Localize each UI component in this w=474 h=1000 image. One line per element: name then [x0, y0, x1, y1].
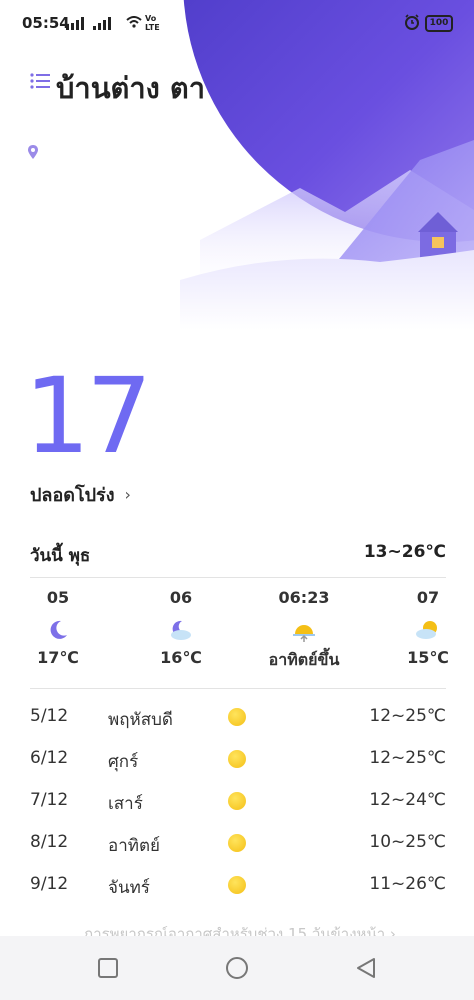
signal-icon	[66, 17, 117, 30]
day-range: 12~25℃	[369, 706, 446, 726]
today-label: วันนี้ พุธ	[30, 546, 91, 566]
sun-icon	[228, 834, 246, 852]
menu-icon[interactable]	[30, 72, 50, 90]
sun-icon	[228, 708, 246, 726]
moon-cloud-icon	[121, 612, 241, 648]
square-icon[interactable]	[96, 956, 120, 980]
sun-icon	[228, 750, 246, 768]
location-pin-icon	[28, 145, 38, 159]
daily-row[interactable]: 6/12 ศุกร์ 12~25℃	[30, 742, 446, 784]
navigation-bar	[0, 936, 474, 1000]
day-name: ศุกร์	[108, 752, 139, 772]
hour-item: 06:23 อาทิตย์ขึ้น	[244, 588, 364, 673]
condition-text: ปลอดโปร่ง	[30, 485, 115, 506]
daily-row[interactable]: 9/12 จันทร์ 11~26℃	[30, 868, 446, 910]
day-range: 12~24℃	[369, 790, 446, 810]
daily-row[interactable]: 5/12 พฤหัสบดี 12~25℃	[30, 700, 446, 742]
alarm-icon	[405, 14, 419, 30]
hour-time: 05	[46, 588, 70, 607]
day-range: 11~26℃	[369, 874, 446, 894]
circle-icon[interactable]	[225, 956, 249, 980]
chevron-right-icon: ›	[124, 485, 131, 504]
battery-icon: 100	[425, 15, 453, 32]
today-summary: วันนี้ พุธ 13~26℃	[30, 542, 446, 572]
moon-icon	[0, 612, 118, 648]
hour-temp: 17℃	[37, 648, 79, 667]
day-date: 8/12	[30, 832, 69, 852]
daily-row[interactable]: 8/12 อาทิตย์ 10~25℃	[30, 826, 446, 868]
day-name: อาทิตย์	[108, 836, 160, 856]
day-range: 10~25℃	[369, 832, 446, 852]
sun-icon	[228, 792, 246, 810]
divider	[30, 577, 446, 578]
hour-item: 05 17℃	[0, 588, 118, 667]
sunrise-icon	[244, 612, 364, 648]
hour-time: 07	[416, 588, 440, 607]
sun-cloud-icon	[368, 612, 474, 648]
day-date: 6/12	[30, 748, 69, 768]
day-name: พฤหัสบดี	[108, 710, 173, 730]
hourly-forecast[interactable]: 05 17℃ 06 16℃ 06:23 อาทิตย์ขึ้น 07 15℃	[0, 588, 474, 678]
hour-temp: 15℃	[407, 648, 449, 667]
hour-temp: อาทิตย์ขึ้น	[268, 650, 340, 669]
status-time: 05:54	[22, 14, 70, 32]
weather-illustration	[0, 0, 474, 330]
sun-icon	[228, 876, 246, 894]
hour-item: 07 15℃	[368, 588, 474, 667]
day-date: 5/12	[30, 706, 69, 726]
hour-time: 06:23	[278, 588, 330, 607]
divider	[30, 688, 446, 689]
triangle-back-icon[interactable]	[354, 956, 378, 980]
current-temperature: 17	[24, 355, 152, 477]
network-label: Vo LTE	[145, 14, 160, 32]
hour-time: 06	[169, 588, 193, 607]
day-date: 9/12	[30, 874, 69, 894]
daily-forecast: 5/12 พฤหัสบดี 12~25℃ 6/12 ศุกร์ 12~25℃ 7…	[30, 700, 446, 910]
day-name: เสาร์	[108, 794, 143, 814]
hour-temp: 16℃	[160, 648, 202, 667]
hour-item: 06 16℃	[121, 588, 241, 667]
today-range: 13~26℃	[363, 542, 446, 562]
day-range: 12~25℃	[369, 748, 446, 768]
condition-row[interactable]: ปลอดโปร่ง ›	[30, 480, 131, 509]
day-date: 7/12	[30, 790, 69, 810]
day-name: จันทร์	[108, 878, 150, 898]
status-bar: 05:54 Vo LTE 100	[0, 0, 474, 46]
city-name[interactable]: บ้านต่าง ตา	[56, 66, 206, 110]
daily-row[interactable]: 7/12 เสาร์ 12~24℃	[30, 784, 446, 826]
